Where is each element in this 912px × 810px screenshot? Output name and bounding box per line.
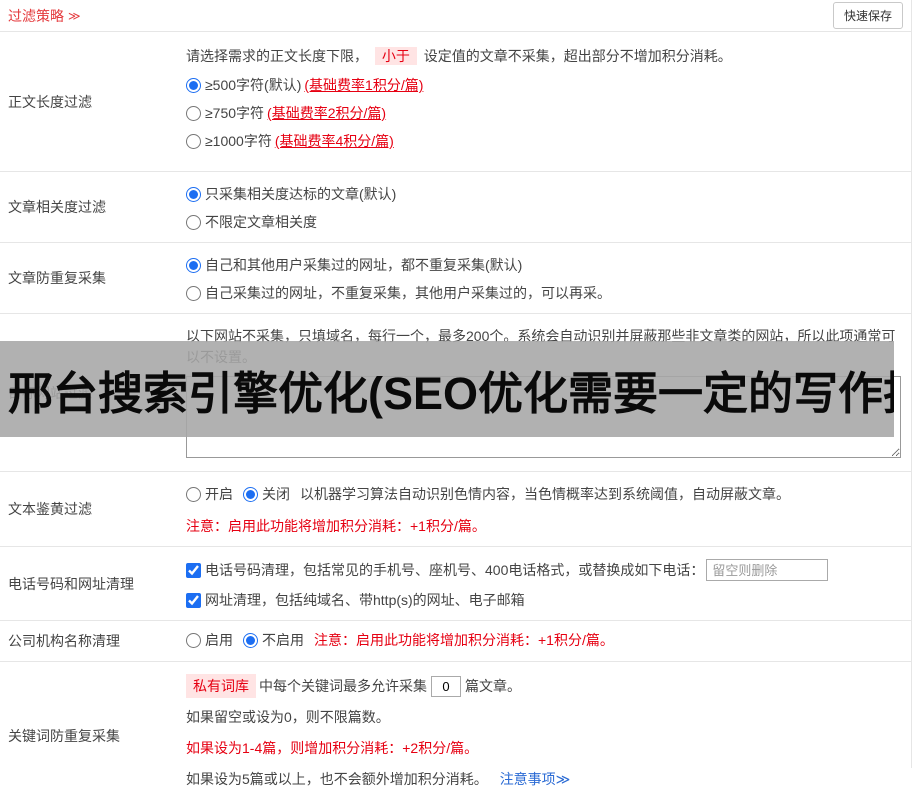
option-fee-note: (基础费率4积分/篇) (274, 133, 394, 149)
keyword-note-five: 如果设为5篇或以上，也不会额外增加积分消耗。 注意事项≫ (186, 769, 901, 790)
relevance-filter-label: 文章相关度过滤 (8, 199, 106, 215)
company-clean-on-option[interactable]: 启用 (186, 630, 233, 650)
page-title-group: 过滤策略 ≫ (8, 6, 81, 26)
porn-off-radio[interactable] (243, 486, 258, 502)
option-label: 关闭 (262, 486, 290, 502)
porn-filter-desc: 以机器学习算法自动识别色情内容，当色情概率达到系统阈值，自动屏蔽文章。 (300, 486, 790, 502)
relevance-strict-radio[interactable] (186, 186, 201, 202)
replacement-phone-input[interactable] (706, 559, 829, 581)
dedup-filter-content: 自己和其他用户采集过的网址，都不重复采集(默认) 自己采集过的网址，不重复采集，… (178, 243, 911, 313)
keyword-note-zero: 如果留空或设为0，则不限篇数。 (186, 709, 390, 725)
length-option-750[interactable]: ≥750字符 (基础费率2积分/篇) (186, 103, 901, 123)
relevance-filter-content: 只采集相关度达标的文章(默认) 不限定文章相关度 (178, 172, 911, 242)
company-clean-off-option[interactable]: 不启用 (243, 630, 304, 650)
company-on-radio[interactable] (186, 632, 201, 648)
url-clean-checkbox[interactable] (186, 592, 201, 608)
option-label: 只采集相关度达标的文章(默认) (205, 186, 397, 202)
keyword-limit-text: 中每个关键词最多允许采集 (259, 678, 427, 694)
option-label: 不启用 (262, 632, 304, 648)
porn-option-off[interactable]: 关闭 (243, 484, 290, 504)
intro-text-pre: 请选择需求的正文长度下限， (186, 48, 368, 64)
row-dedup-filter: 文章防重复采集 自己和其他用户采集过的网址，都不重复采集(默认) 自己采集过的网… (0, 243, 911, 314)
company-clean-label: 公司机构名称清理 (8, 633, 120, 649)
quick-save-button[interactable]: 快速保存 (832, 2, 903, 29)
option-label: 电话号码清理，包括常见的手机号、座机号、400电话格式，或替换成如下电话： (205, 562, 705, 578)
phone-url-clean-content: 电话号码清理，包括常见的手机号、座机号、400电话格式，或替换成如下电话： 网址… (178, 547, 911, 620)
porn-option-on[interactable]: 开启 (186, 484, 233, 504)
watermark-text: 邢台搜索引擎优化(SEO优化需要一定的写作技 (8, 367, 894, 419)
dedup-option-all[interactable]: 自己和其他用户采集过的网址，都不重复采集(默认) (186, 255, 901, 275)
collapse-chevron-icon[interactable]: ≫ (68, 9, 81, 23)
topbar: 过滤策略 ≫ 快速保存 (0, 0, 911, 32)
option-label: ≥500字符(默认) (205, 77, 302, 93)
phone-clean-checkbox[interactable] (186, 562, 201, 578)
page-title: 过滤策略 (8, 7, 64, 24)
keyword-note-fee: 如果设为1-4篇，则增加积分消耗：+2积分/篇。 (186, 740, 479, 756)
length-500-radio[interactable] (186, 77, 201, 93)
row-company-clean: 公司机构名称清理 启用 不启用 注意：启用此功能将增加积分消耗：+1积分/篇。 (0, 621, 911, 661)
dedup-option-self[interactable]: 自己采集过的网址，不重复采集，其他用户采集过的，可以再采。 (186, 283, 901, 303)
keyword-note-five-text: 如果设为5篇或以上，也不会额外增加积分消耗。 (186, 771, 488, 787)
dedup-self-radio[interactable] (186, 285, 201, 301)
porn-filter-content: 开启 关闭 以机器学习算法自动识别色情内容，当色情概率达到系统阈值，自动屏蔽文章… (178, 472, 911, 546)
phone-clean-option[interactable]: 电话号码清理，包括常见的手机号、座机号、400电话格式，或替换成如下电话： (186, 560, 704, 580)
keyword-limit-text-post: 篇文章。 (465, 678, 521, 694)
length-1000-radio[interactable] (186, 133, 201, 149)
dedup-all-radio[interactable] (186, 257, 201, 273)
length-option-1000[interactable]: ≥1000字符 (基础费率4积分/篇) (186, 131, 901, 151)
option-label: 启用 (205, 632, 233, 648)
option-fee-note: (基础费率2积分/篇) (267, 105, 387, 121)
company-clean-fee-note: 注意：启用此功能将增加积分消耗：+1积分/篇。 (314, 632, 614, 648)
relevance-option-any[interactable]: 不限定文章相关度 (186, 212, 901, 232)
porn-filter-fee-note: 注意：启用此功能将增加积分消耗：+1积分/篇。 (186, 518, 486, 534)
less-than-highlight: 小于 (374, 47, 417, 65)
option-label: 开启 (205, 486, 233, 502)
company-clean-content: 启用 不启用 注意：启用此功能将增加积分消耗：+1积分/篇。 (178, 621, 911, 661)
dedup-filter-label: 文章防重复采集 (8, 270, 106, 286)
url-clean-option[interactable]: 网址清理，包括纯域名、带http(s)的网址、电子邮箱 (186, 590, 525, 610)
phone-url-clean-label: 电话号码和网址清理 (8, 575, 134, 592)
porn-filter-label: 文本鉴黄过滤 (8, 501, 92, 517)
length-750-radio[interactable] (186, 105, 201, 121)
option-label: 自己采集过的网址，不重复采集，其他用户采集过的，可以再采。 (205, 285, 611, 301)
row-keyword-dedup: 关键词防重复采集 私有词库 中每个关键词最多允许采集 篇文章。 如果留空或设为0… (0, 661, 911, 810)
watermark-overlay: 邢台搜索引擎优化(SEO优化需要一定的写作技 (0, 341, 894, 437)
private-lexicon-highlight: 私有词库 (186, 674, 256, 698)
length-filter-intro: 请选择需求的正文长度下限， 小于 设定值的文章不采集，超出部分不增加积分消耗。 (186, 46, 901, 67)
option-label: 网址清理，包括纯域名、带http(s)的网址、电子邮箱 (205, 592, 525, 608)
relevance-any-radio[interactable] (186, 214, 201, 230)
length-filter-label: 正文长度过滤 (8, 93, 92, 110)
porn-on-radio[interactable] (186, 486, 201, 502)
keyword-max-count-input[interactable] (431, 675, 461, 697)
option-label: 不限定文章相关度 (205, 214, 317, 230)
option-label: 自己和其他用户采集过的网址，都不重复采集(默认) (205, 257, 523, 273)
option-fee-note: (基础费率1积分/篇) (304, 77, 424, 93)
option-label: ≥1000字符 (205, 133, 272, 149)
keyword-dedup-label: 关键词防重复采集 (8, 728, 120, 744)
row-porn-filter: 文本鉴黄过滤 开启 关闭 以机器学习算法自动识别色情内容，当色情概率达到系统阈值… (0, 472, 911, 547)
row-phone-url-clean: 电话号码和网址清理 电话号码清理，包括常见的手机号、座机号、400电话格式，或替… (0, 547, 911, 621)
notice-link[interactable]: 注意事项≫ (500, 771, 571, 787)
company-off-radio[interactable] (243, 632, 258, 648)
option-label: ≥750字符 (205, 105, 265, 121)
length-filter-content: 请选择需求的正文长度下限， 小于 设定值的文章不采集，超出部分不增加积分消耗。 … (178, 32, 911, 171)
keyword-dedup-content: 私有词库 中每个关键词最多允许采集 篇文章。 如果留空或设为0，则不限篇数。 如… (178, 662, 911, 810)
relevance-option-strict[interactable]: 只采集相关度达标的文章(默认) (186, 184, 901, 204)
row-length-filter: 正文长度过滤 请选择需求的正文长度下限， 小于 设定值的文章不采集，超出部分不增… (0, 32, 911, 172)
keyword-limit-line: 私有词库 中每个关键词最多允许采集 篇文章。 (186, 674, 901, 698)
intro-text-post: 设定值的文章不采集，超出部分不增加积分消耗。 (423, 48, 732, 64)
row-relevance-filter: 文章相关度过滤 只采集相关度达标的文章(默认) 不限定文章相关度 (0, 172, 911, 243)
length-option-500[interactable]: ≥500字符(默认) (基础费率1积分/篇) (186, 75, 901, 95)
